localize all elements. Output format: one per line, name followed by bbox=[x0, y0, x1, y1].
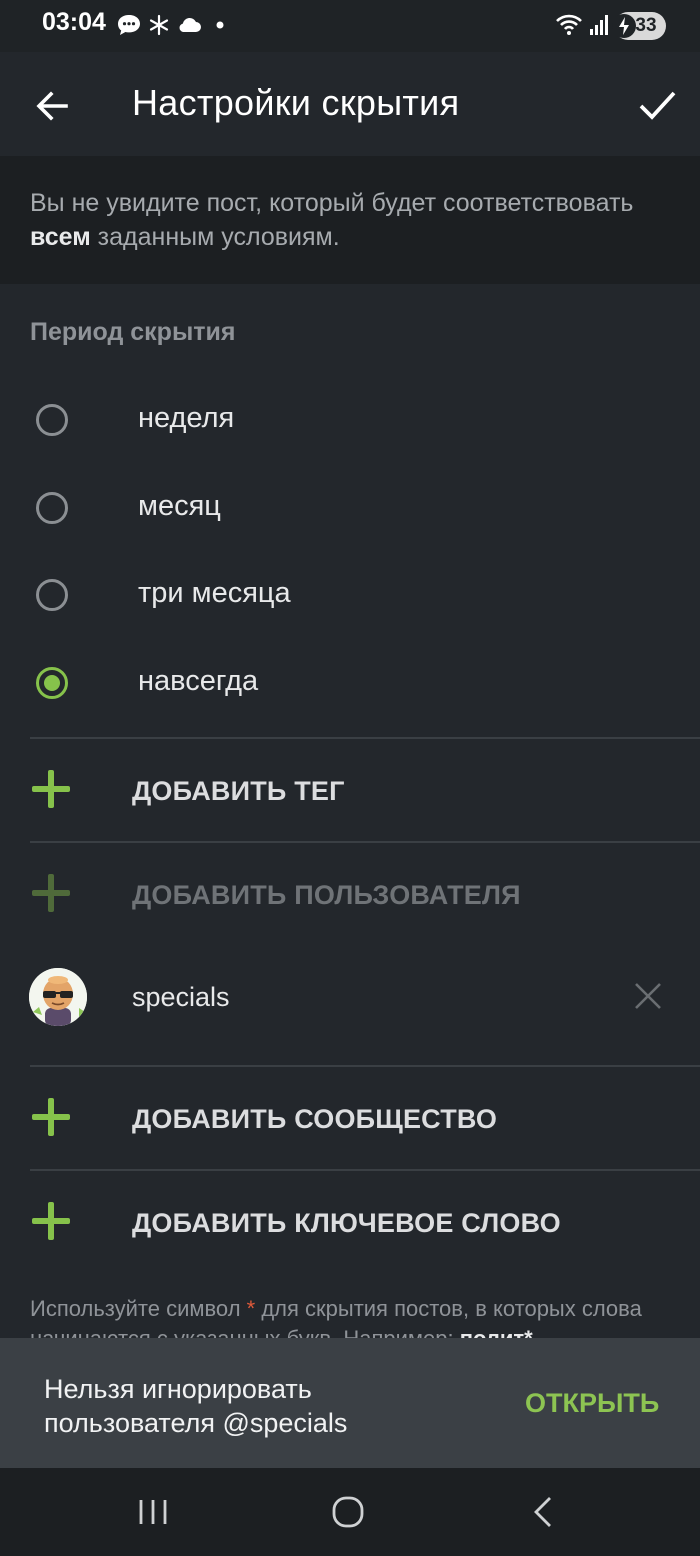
divider bbox=[30, 841, 700, 843]
radio-button[interactable] bbox=[36, 579, 68, 611]
battery-indicator: 33 bbox=[612, 12, 666, 40]
period-option-three-months[interactable]: три месяца bbox=[0, 557, 700, 637]
hint-star: * bbox=[246, 1296, 256, 1321]
info-text-part: заданным условиям. bbox=[90, 223, 340, 251]
divider bbox=[30, 737, 700, 739]
status-bar: 03:04 33 bbox=[0, 0, 700, 52]
hidden-user-name: specials bbox=[132, 982, 230, 1012]
home-icon[interactable] bbox=[328, 1494, 368, 1530]
add-keyword-label: ДОБАВИТЬ КЛЮЧЕВОЕ СЛОВО bbox=[132, 1208, 561, 1238]
hidden-user-item: specials bbox=[0, 946, 700, 1050]
message-icon bbox=[118, 15, 140, 35]
divider bbox=[30, 1065, 700, 1067]
back-nav-icon[interactable] bbox=[524, 1494, 564, 1530]
hint-part: Используйте символ bbox=[30, 1296, 247, 1321]
info-banner: Вы не увидите пост, который будет соотве… bbox=[0, 156, 700, 284]
period-option-label: неделя bbox=[138, 402, 235, 434]
page-title: Настройки скрытия bbox=[132, 82, 460, 123]
snackbar-open-button[interactable]: ОТКРЫТЬ bbox=[525, 1388, 659, 1419]
add-user-button[interactable]: ДОБАВИТЬ ПОЛЬЗОВАТЕЛЯ bbox=[0, 844, 700, 944]
period-section-label: Период скрытия bbox=[30, 318, 236, 346]
confirm-check-icon[interactable] bbox=[634, 82, 680, 128]
plus-icon bbox=[32, 1098, 70, 1136]
add-tag-label: ДОБАВИТЬ ТЕГ bbox=[132, 776, 345, 806]
period-option-label: навсегда bbox=[138, 665, 259, 697]
plus-icon bbox=[32, 770, 70, 808]
period-option-forever[interactable]: навсегда bbox=[0, 645, 700, 725]
snackbar: Нельзя игнорировать пользователя @specia… bbox=[0, 1338, 700, 1468]
radio-button[interactable] bbox=[36, 404, 68, 436]
period-option-label: три месяца bbox=[138, 577, 291, 609]
back-arrow-icon[interactable] bbox=[30, 84, 74, 128]
add-community-button[interactable]: ДОБАВИТЬ СООБЩЕСТВО bbox=[0, 1068, 700, 1168]
radio-button-selected[interactable] bbox=[36, 667, 68, 699]
charging-bolt-icon bbox=[612, 14, 636, 38]
system-nav-bar bbox=[0, 1468, 700, 1556]
app-bar: Настройки скрытия bbox=[0, 52, 700, 156]
snowflake-icon bbox=[149, 14, 169, 36]
radio-button[interactable] bbox=[36, 492, 68, 524]
add-tag-button[interactable]: ДОБАВИТЬ ТЕГ bbox=[0, 740, 700, 840]
notification-dot-icon bbox=[216, 21, 224, 29]
plus-icon bbox=[32, 1202, 70, 1240]
add-user-label: ДОБАВИТЬ ПОЛЬЗОВАТЕЛЯ bbox=[132, 880, 521, 910]
signal-icon bbox=[590, 15, 608, 35]
info-text-part: Вы не увидите пост, который будет соотве… bbox=[30, 189, 634, 217]
add-keyword-button[interactable]: ДОБАВИТЬ КЛЮЧЕВОЕ СЛОВО bbox=[0, 1172, 700, 1272]
keyword-hint-text: Используйте символ * для скрытия постов,… bbox=[30, 1294, 670, 1338]
avatar bbox=[29, 968, 87, 1026]
battery-level: 33 bbox=[635, 15, 657, 36]
snackbar-message: Нельзя игнорировать пользователя @specia… bbox=[44, 1374, 348, 1438]
status-time: 03:04 bbox=[42, 8, 106, 36]
period-option-label: месяц bbox=[138, 490, 221, 522]
info-text-bold: всем bbox=[30, 223, 91, 251]
period-option-month[interactable]: месяц bbox=[0, 470, 700, 550]
add-community-label: ДОБАВИТЬ СООБЩЕСТВО bbox=[132, 1104, 498, 1134]
period-option-week[interactable]: неделя bbox=[0, 382, 700, 462]
wifi-icon bbox=[556, 14, 582, 35]
remove-close-icon[interactable] bbox=[632, 980, 664, 1012]
hint-example: полит* bbox=[460, 1326, 533, 1338]
info-text: Вы не увидите пост, который будет соотве… bbox=[30, 186, 670, 254]
avatar-illustration bbox=[29, 968, 87, 1026]
divider bbox=[30, 1169, 700, 1171]
plus-icon bbox=[32, 874, 70, 912]
recent-apps-icon[interactable] bbox=[133, 1494, 173, 1530]
cloud-icon bbox=[179, 17, 201, 32]
